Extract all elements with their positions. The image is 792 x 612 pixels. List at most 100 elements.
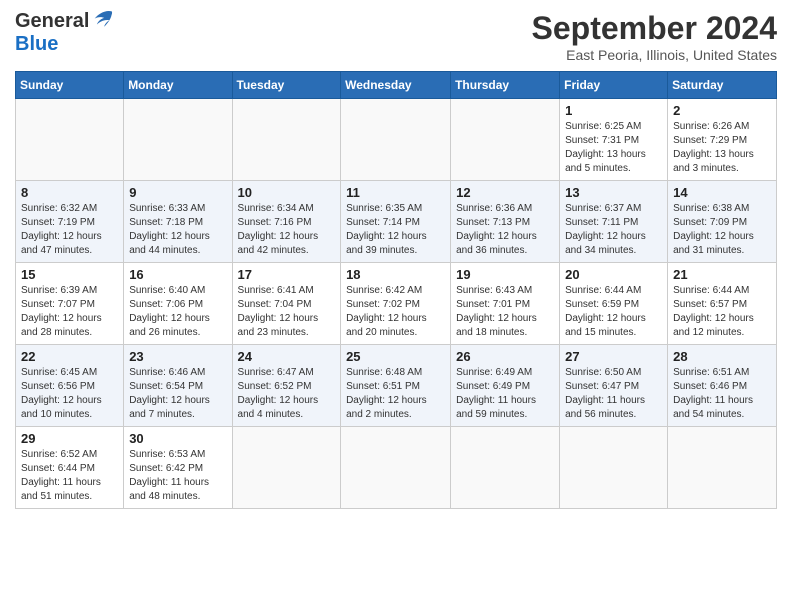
calendar-cell [341,99,451,181]
month-title: September 2024 [532,10,777,47]
calendar-header-friday: Friday [560,72,668,99]
calendar-header-thursday: Thursday [451,72,560,99]
calendar-cell: 22 Sunrise: 6:45 AM Sunset: 6:56 PM Dayl… [16,345,124,427]
day-number: 20 [565,267,662,282]
calendar-cell: 28 Sunrise: 6:51 AM Sunset: 6:46 PM Dayl… [668,345,777,427]
calendar-header-sunday: Sunday [16,72,124,99]
calendar-cell: 13 Sunrise: 6:37 AM Sunset: 7:11 PM Dayl… [560,181,668,263]
day-info: Sunrise: 6:51 AM Sunset: 6:46 PM Dayligh… [673,366,771,422]
calendar-table: SundayMondayTuesdayWednesdayThursdayFrid… [15,71,777,509]
day-number: 12 [456,185,554,200]
logo-bird-icon [91,8,113,30]
calendar-week-row: 1 Sunrise: 6:25 AM Sunset: 7:31 PM Dayli… [16,99,777,181]
calendar-header-saturday: Saturday [668,72,777,99]
day-info: Sunrise: 6:49 AM Sunset: 6:49 PM Dayligh… [456,366,554,422]
day-info: Sunrise: 6:41 AM Sunset: 7:04 PM Dayligh… [238,284,336,340]
calendar-cell: 29 Sunrise: 6:52 AM Sunset: 6:44 PM Dayl… [16,427,124,509]
day-info: Sunrise: 6:37 AM Sunset: 7:11 PM Dayligh… [565,202,662,258]
day-info: Sunrise: 6:40 AM Sunset: 7:06 PM Dayligh… [129,284,226,340]
calendar-cell: 26 Sunrise: 6:49 AM Sunset: 6:49 PM Dayl… [451,345,560,427]
calendar-cell [560,427,668,509]
calendar-cell: 2 Sunrise: 6:26 AM Sunset: 7:29 PM Dayli… [668,99,777,181]
day-number: 26 [456,349,554,364]
calendar-cell [451,99,560,181]
day-info: Sunrise: 6:38 AM Sunset: 7:09 PM Dayligh… [673,202,771,258]
page-header: General Blue September 2024 East Peoria,… [15,10,777,63]
day-number: 18 [346,267,445,282]
day-number: 30 [129,431,226,446]
calendar-cell: 25 Sunrise: 6:48 AM Sunset: 6:51 PM Dayl… [341,345,451,427]
day-info: Sunrise: 6:50 AM Sunset: 6:47 PM Dayligh… [565,366,662,422]
day-info: Sunrise: 6:44 AM Sunset: 6:59 PM Dayligh… [565,284,662,340]
calendar-cell [451,427,560,509]
day-number: 9 [129,185,226,200]
day-number: 8 [21,185,118,200]
calendar-week-row: 29 Sunrise: 6:52 AM Sunset: 6:44 PM Dayl… [16,427,777,509]
calendar-cell [232,99,341,181]
day-number: 2 [673,103,771,118]
day-number: 17 [238,267,336,282]
logo-blue-text: Blue [15,33,58,56]
calendar-cell [668,427,777,509]
calendar-cell: 18 Sunrise: 6:42 AM Sunset: 7:02 PM Dayl… [341,263,451,345]
day-number: 1 [565,103,662,118]
day-info: Sunrise: 6:35 AM Sunset: 7:14 PM Dayligh… [346,202,445,258]
day-number: 15 [21,267,118,282]
calendar-cell [124,99,232,181]
calendar-cell: 19 Sunrise: 6:43 AM Sunset: 7:01 PM Dayl… [451,263,560,345]
calendar-cell: 11 Sunrise: 6:35 AM Sunset: 7:14 PM Dayl… [341,181,451,263]
calendar-header-row: SundayMondayTuesdayWednesdayThursdayFrid… [16,72,777,99]
calendar-cell: 8 Sunrise: 6:32 AM Sunset: 7:19 PM Dayli… [16,181,124,263]
calendar-cell: 30 Sunrise: 6:53 AM Sunset: 6:42 PM Dayl… [124,427,232,509]
day-info: Sunrise: 6:39 AM Sunset: 7:07 PM Dayligh… [21,284,118,340]
day-info: Sunrise: 6:47 AM Sunset: 6:52 PM Dayligh… [238,366,336,422]
day-number: 23 [129,349,226,364]
day-number: 19 [456,267,554,282]
calendar-cell: 15 Sunrise: 6:39 AM Sunset: 7:07 PM Dayl… [16,263,124,345]
day-info: Sunrise: 6:52 AM Sunset: 6:44 PM Dayligh… [21,448,118,504]
day-number: 10 [238,185,336,200]
day-info: Sunrise: 6:36 AM Sunset: 7:13 PM Dayligh… [456,202,554,258]
day-number: 13 [565,185,662,200]
calendar-cell: 27 Sunrise: 6:50 AM Sunset: 6:47 PM Dayl… [560,345,668,427]
day-number: 25 [346,349,445,364]
calendar-cell: 20 Sunrise: 6:44 AM Sunset: 6:59 PM Dayl… [560,263,668,345]
day-info: Sunrise: 6:48 AM Sunset: 6:51 PM Dayligh… [346,366,445,422]
logo-general-text: General [15,10,89,33]
calendar-cell: 14 Sunrise: 6:38 AM Sunset: 7:09 PM Dayl… [668,181,777,263]
calendar-cell: 24 Sunrise: 6:47 AM Sunset: 6:52 PM Dayl… [232,345,341,427]
day-info: Sunrise: 6:26 AM Sunset: 7:29 PM Dayligh… [673,120,771,176]
logo: General Blue [15,10,113,56]
day-info: Sunrise: 6:53 AM Sunset: 6:42 PM Dayligh… [129,448,226,504]
day-number: 22 [21,349,118,364]
calendar-cell: 12 Sunrise: 6:36 AM Sunset: 7:13 PM Dayl… [451,181,560,263]
calendar-cell: 17 Sunrise: 6:41 AM Sunset: 7:04 PM Dayl… [232,263,341,345]
location-subtitle: East Peoria, Illinois, United States [532,47,777,63]
day-info: Sunrise: 6:25 AM Sunset: 7:31 PM Dayligh… [565,120,662,176]
day-number: 21 [673,267,771,282]
calendar-header-wednesday: Wednesday [341,72,451,99]
calendar-header-tuesday: Tuesday [232,72,341,99]
day-info: Sunrise: 6:32 AM Sunset: 7:19 PM Dayligh… [21,202,118,258]
calendar-cell: 16 Sunrise: 6:40 AM Sunset: 7:06 PM Dayl… [124,263,232,345]
day-number: 14 [673,185,771,200]
calendar-cell: 9 Sunrise: 6:33 AM Sunset: 7:18 PM Dayli… [124,181,232,263]
day-number: 16 [129,267,226,282]
calendar-cell: 21 Sunrise: 6:44 AM Sunset: 6:57 PM Dayl… [668,263,777,345]
calendar-cell [16,99,124,181]
day-number: 27 [565,349,662,364]
calendar-cell: 1 Sunrise: 6:25 AM Sunset: 7:31 PM Dayli… [560,99,668,181]
day-info: Sunrise: 6:42 AM Sunset: 7:02 PM Dayligh… [346,284,445,340]
calendar-week-row: 22 Sunrise: 6:45 AM Sunset: 6:56 PM Dayl… [16,345,777,427]
calendar-week-row: 8 Sunrise: 6:32 AM Sunset: 7:19 PM Dayli… [16,181,777,263]
calendar-header-monday: Monday [124,72,232,99]
calendar-week-row: 15 Sunrise: 6:39 AM Sunset: 7:07 PM Dayl… [16,263,777,345]
day-info: Sunrise: 6:46 AM Sunset: 6:54 PM Dayligh… [129,366,226,422]
day-info: Sunrise: 6:33 AM Sunset: 7:18 PM Dayligh… [129,202,226,258]
day-info: Sunrise: 6:43 AM Sunset: 7:01 PM Dayligh… [456,284,554,340]
calendar-cell [232,427,341,509]
day-number: 11 [346,185,445,200]
title-area: September 2024 East Peoria, Illinois, Un… [532,10,777,63]
calendar-cell: 23 Sunrise: 6:46 AM Sunset: 6:54 PM Dayl… [124,345,232,427]
day-info: Sunrise: 6:45 AM Sunset: 6:56 PM Dayligh… [21,366,118,422]
